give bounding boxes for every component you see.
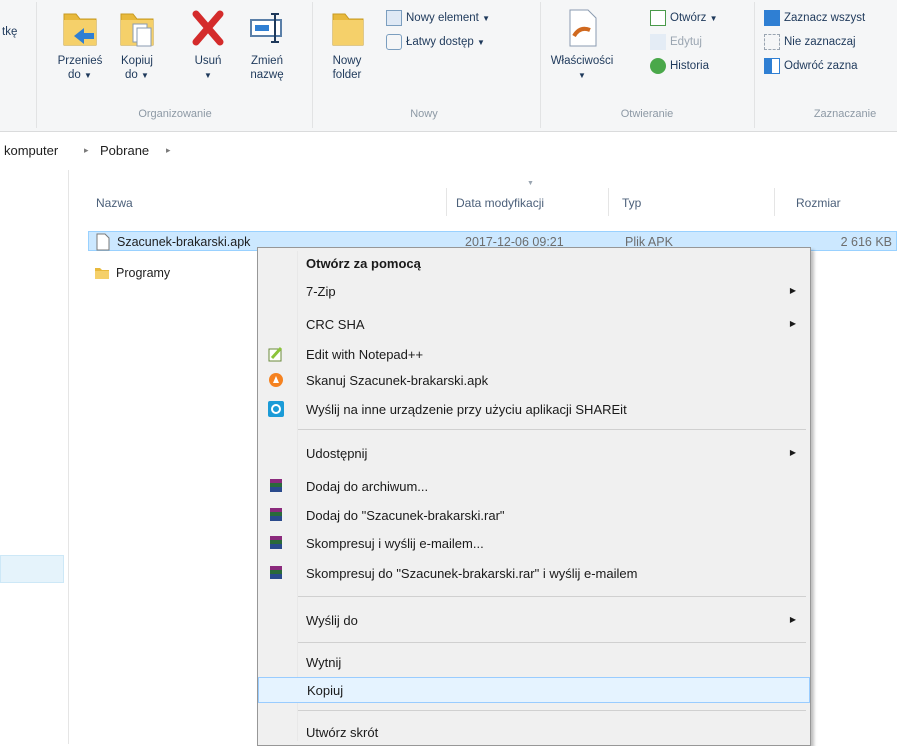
column-header-size[interactable]: Rozmiar <box>796 196 841 210</box>
easy-access-icon <box>386 34 402 50</box>
menu-item-add-to-rar[interactable]: Dodaj do "Szacunek-brakarski.rar" <box>258 503 810 529</box>
navigation-pane-selected-item[interactable] <box>0 555 64 583</box>
select-all-button[interactable]: Zaznacz wszyst <box>764 10 865 26</box>
menu-item-create-shortcut[interactable]: Utwórz skrót <box>258 720 810 746</box>
menu-separator <box>298 429 806 430</box>
edit-icon <box>650 34 666 50</box>
open-button[interactable]: Otwórz ▼ <box>650 10 718 27</box>
menu-item-open-with[interactable]: Otwórz za pomocą <box>258 251 810 277</box>
winrar-icon <box>270 479 282 492</box>
folder-name: Programy <box>116 266 171 280</box>
column-separator[interactable] <box>774 188 775 216</box>
ribbon-divider <box>36 2 37 128</box>
breadcrumb-computer[interactable]: komputer <box>4 143 58 158</box>
notepadpp-icon <box>268 346 283 362</box>
properties-icon <box>569 9 597 47</box>
menu-separator <box>298 596 806 597</box>
menu-item-send-to[interactable]: Wyślij do ▶ <box>258 608 810 634</box>
breadcrumb-downloads[interactable]: Pobrane <box>100 143 149 158</box>
new-item-icon <box>386 10 402 26</box>
select-all-icon <box>764 10 780 26</box>
navigation-pane[interactable] <box>0 170 69 744</box>
menu-item-compress-rar-email[interactable]: Skompresuj do "Szacunek-brakarski.rar" i… <box>258 561 810 587</box>
invert-selection-button[interactable]: Odwróć zazna <box>764 58 858 74</box>
ribbon-divider <box>540 2 541 128</box>
menu-item-cut[interactable]: Wytnij <box>258 650 810 676</box>
column-separator[interactable] <box>608 188 609 216</box>
menu-item-compress-email[interactable]: Skompresuj i wyślij e-mailem... <box>258 531 810 557</box>
ribbon: tkę Przenieś do ▼ Kopiuj do ▼ Usuń ▼ Zmi… <box>0 0 897 132</box>
menu-item-7zip[interactable]: 7-Zip ▶ <box>258 279 810 305</box>
open-group-label: Otwieranie <box>620 108 674 120</box>
winrar-icon <box>270 508 282 521</box>
menu-item-copy[interactable]: Kopiuj <box>258 677 810 703</box>
new-group-label: Nowy <box>410 108 438 120</box>
properties-button[interactable]: Właściwości ▼ <box>550 6 614 83</box>
column-header-date[interactable]: Data modyfikacji <box>456 196 544 210</box>
menu-item-edit-notepadpp[interactable]: Edit with Notepad++ <box>258 342 810 368</box>
invert-selection-icon <box>764 58 780 74</box>
file-name: Szacunek-brakarski.apk <box>117 235 251 249</box>
shareit-icon <box>268 401 284 417</box>
menu-item-share[interactable]: Udostępnij ▶ <box>258 441 810 467</box>
column-separator[interactable] <box>446 188 447 216</box>
move-folder-icon <box>63 13 97 46</box>
copy-folder-icon <box>120 13 154 47</box>
new-folder-icon <box>332 13 364 46</box>
avast-icon <box>269 373 283 387</box>
menu-item-shareit[interactable]: Wyślij na inne urządzenie przy użyciu ap… <box>258 397 810 423</box>
new-item-button[interactable]: Nowy element ▼ <box>386 10 490 27</box>
menu-separator <box>298 642 806 643</box>
folder-icon <box>95 268 109 279</box>
new-folder-button[interactable]: Nowy folder <box>322 6 372 82</box>
sort-indicator-icon: ▼ <box>527 180 534 187</box>
menu-item-scan-avast[interactable]: Skanuj Szacunek-brakarski.apk <box>258 368 810 394</box>
select-none-icon <box>764 34 780 50</box>
ribbon-divider <box>754 2 755 128</box>
organize-group-label: Organizowanie <box>138 108 212 120</box>
column-header-type[interactable]: Typ <box>622 196 641 210</box>
context-menu: Otwórz za pomocą 7-Zip ▶ CRC SHA ▶ Edit … <box>257 247 811 746</box>
edit-button[interactable]: Edytuj <box>650 34 702 50</box>
submenu-arrow-icon: ▶ <box>789 615 796 624</box>
open-icon <box>650 10 666 26</box>
ribbon-divider <box>312 2 313 128</box>
submenu-arrow-icon: ▶ <box>789 319 796 328</box>
select-none-button[interactable]: Nie zaznaczaj <box>764 34 856 50</box>
delete-x-icon <box>192 10 224 46</box>
breadcrumb-separator[interactable]: ▸ <box>84 145 89 156</box>
file-size: 2 616 KB <box>840 235 892 249</box>
delete-button[interactable]: Usuń ▼ <box>186 6 230 83</box>
history-icon <box>650 58 666 74</box>
easy-access-button[interactable]: Łatwy dostęp ▼ <box>386 34 485 51</box>
history-button[interactable]: Historia <box>650 58 709 74</box>
select-group-label: Zaznaczanie <box>813 108 877 120</box>
ribbon-partial-label: tkę <box>2 26 18 38</box>
address-bar[interactable]: komputer ▸ Pobrane ▸ <box>0 132 897 168</box>
menu-item-crc-sha[interactable]: CRC SHA ▶ <box>258 312 810 338</box>
column-header-name[interactable]: Nazwa <box>96 196 133 210</box>
move-to-button[interactable]: Przenieś do ▼ <box>50 6 110 83</box>
rename-button[interactable]: Zmień nazwę <box>242 6 292 82</box>
menu-separator <box>298 710 806 711</box>
winrar-icon <box>270 536 282 549</box>
menu-item-add-to-archive[interactable]: Dodaj do archiwum... <box>258 474 810 500</box>
winrar-icon <box>270 566 282 579</box>
file-icon <box>96 233 110 251</box>
rename-icon <box>250 13 282 43</box>
submenu-arrow-icon: ▶ <box>789 448 796 457</box>
breadcrumb-separator[interactable]: ▸ <box>166 145 171 156</box>
submenu-arrow-icon: ▶ <box>789 286 796 295</box>
copy-to-button[interactable]: Kopiuj do ▼ <box>110 6 164 83</box>
